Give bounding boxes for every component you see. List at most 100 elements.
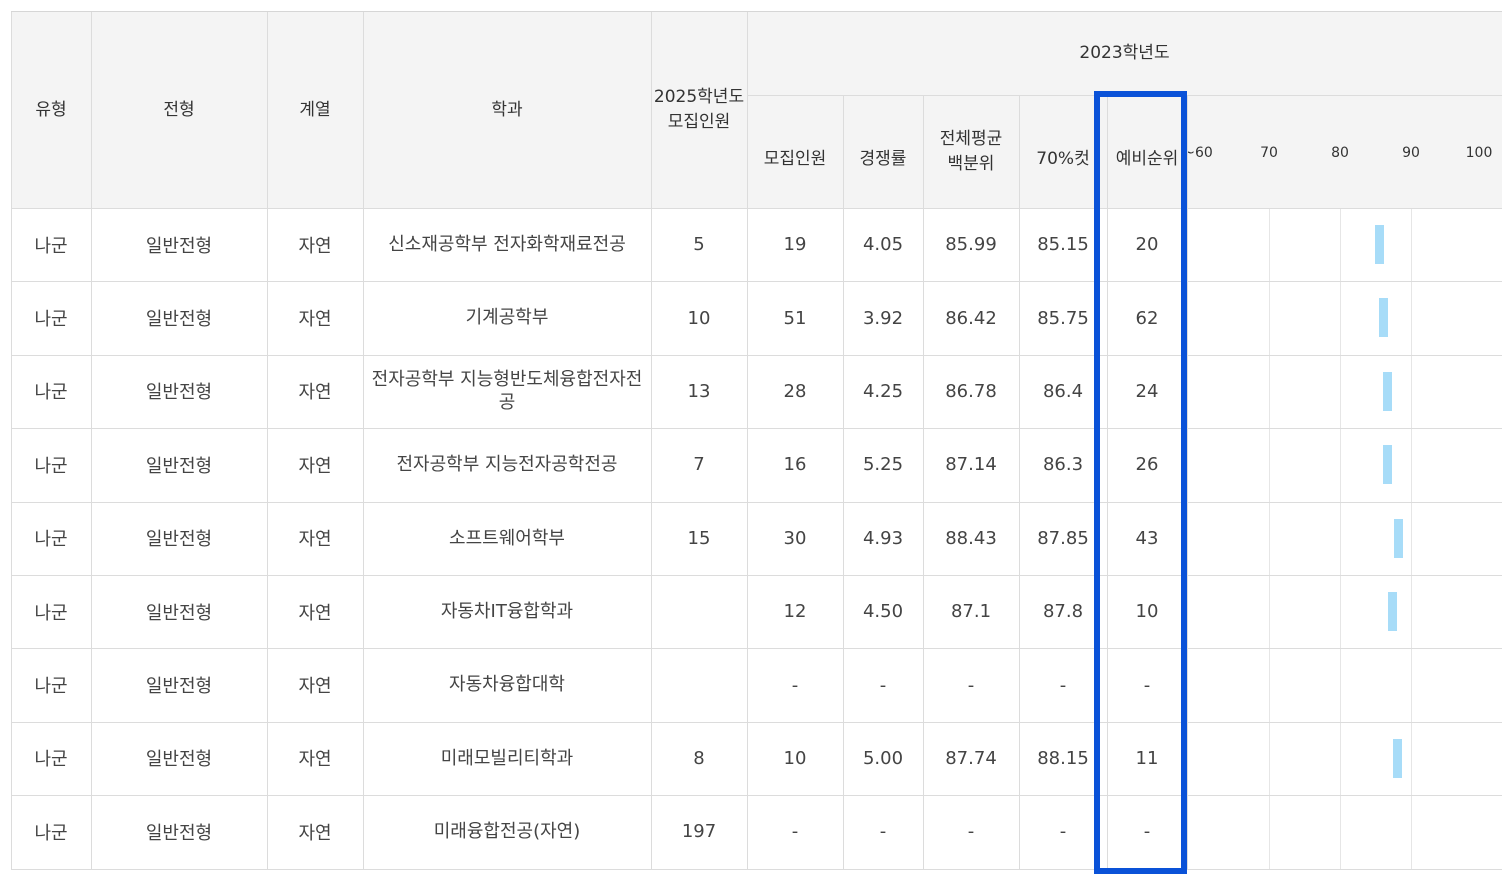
cell-dept: 전자공학부 지능형반도체융합전자전공 xyxy=(371,369,643,414)
header-avg-percentile: 전체평균 백분위 xyxy=(923,95,1019,208)
cell-avg-percentile: - xyxy=(967,674,975,696)
header-quota: 모집인원 xyxy=(747,95,843,208)
grid-hline xyxy=(11,795,1502,797)
cell-track: 자연 xyxy=(298,455,332,477)
scale-label: 80 xyxy=(1331,145,1349,161)
cell-quota2025: 197 xyxy=(681,821,717,843)
cell-type: 나군 xyxy=(34,822,68,844)
score-range-bar xyxy=(1382,445,1392,485)
grid-vline xyxy=(747,12,748,869)
grid-hline xyxy=(11,281,1502,283)
grid-vline xyxy=(923,95,924,869)
cell-dept: 전자공학부 지능전자공학전공 xyxy=(396,454,618,476)
cell-dept: 미래모빌리티학과 xyxy=(440,747,574,769)
header-quota-2025: 2025학년도 모집인원 xyxy=(651,12,747,208)
grid-vline xyxy=(11,12,12,869)
cell-quota2025: 7 xyxy=(693,454,705,476)
cell-type: 나군 xyxy=(34,382,68,404)
cell-competition: 4.50 xyxy=(862,601,904,623)
header-track: 계열 xyxy=(267,12,363,208)
header-dept: 학과 xyxy=(363,12,651,208)
grid-hline xyxy=(11,575,1502,576)
cell-quota2025 xyxy=(651,648,747,721)
grid-vline xyxy=(363,12,364,869)
cell-quota: - xyxy=(791,674,799,696)
cell-track: 자연 xyxy=(298,602,332,624)
admission-results-table: 유형 전형 계열 학과 2025학년도 모집인원 2023학년도 모집인원 경쟁… xyxy=(11,11,1502,870)
cell-competition: 4.93 xyxy=(862,527,904,549)
header-admission: 전형 xyxy=(91,12,267,208)
cell-type: 나군 xyxy=(34,309,68,331)
cell-track: 자연 xyxy=(298,676,332,698)
cell-competition: 5.25 xyxy=(862,454,904,476)
cell-admission: 일반전형 xyxy=(145,676,213,698)
cell-type: 나군 xyxy=(34,455,68,477)
grid-vline xyxy=(843,95,844,869)
cell-quota2025: 5 xyxy=(693,234,705,256)
cell-quota: 19 xyxy=(783,234,807,256)
cell-admission: 일반전형 xyxy=(145,235,213,257)
cell-quota: 30 xyxy=(783,527,807,549)
chart-guide-line xyxy=(1411,208,1412,869)
cell-competition: - xyxy=(879,674,887,696)
cell-track: 자연 xyxy=(298,382,332,404)
header-type: 유형 xyxy=(11,12,91,208)
cell-avg-percentile: 87.14 xyxy=(945,454,997,476)
cell-avg-percentile: 85.99 xyxy=(945,234,997,256)
waitlist-rank-highlight-box xyxy=(1094,91,1187,874)
header-competition: 경쟁률 xyxy=(843,95,923,208)
cell-track: 자연 xyxy=(298,529,332,551)
grid-hline xyxy=(11,648,1502,650)
cell-competition: 4.05 xyxy=(862,234,904,256)
grid-hline xyxy=(11,501,1502,503)
cell-quota2025: 13 xyxy=(687,380,711,402)
grid-hline xyxy=(11,428,1502,430)
cell-type: 나군 xyxy=(34,529,68,551)
cell-dept: 기계공학부 xyxy=(465,307,549,329)
cell-dept: 미래융합전공(자연) xyxy=(433,821,581,843)
cell-admission: 일반전형 xyxy=(145,822,213,844)
cell-admission: 일반전형 xyxy=(145,602,213,624)
cell-track: 자연 xyxy=(298,309,332,331)
cell-dept: 소프트웨어학부 xyxy=(449,527,565,549)
cell-type: 나군 xyxy=(34,235,68,257)
grid-vline xyxy=(651,12,652,869)
score-range-bar xyxy=(1392,738,1402,778)
cell-track: 자연 xyxy=(298,749,332,771)
cell-avg-percentile: - xyxy=(967,821,975,843)
cell-quota2025 xyxy=(651,575,747,648)
scale-label: 100 xyxy=(1465,145,1493,161)
cell-type: 나군 xyxy=(34,676,68,698)
cell-quota: 51 xyxy=(783,307,807,329)
cell-avg-percentile: 87.1 xyxy=(950,601,992,623)
cell-quota2025: 15 xyxy=(687,527,711,549)
cell-type: 나군 xyxy=(34,749,68,771)
chart-guide-line xyxy=(1340,208,1341,869)
chart-guide-line xyxy=(1269,208,1270,869)
grid-vline xyxy=(1019,95,1020,869)
cell-admission: 일반전형 xyxy=(145,382,213,404)
cell-admission: 일반전형 xyxy=(145,455,213,477)
score-range-bar xyxy=(1388,592,1398,631)
cell-avg-percentile: 86.78 xyxy=(945,380,997,402)
grid-vline xyxy=(91,12,92,869)
score-range-bar xyxy=(1374,225,1384,264)
cell-quota: 16 xyxy=(783,454,807,476)
score-range-bar xyxy=(1393,518,1403,558)
score-range-bar xyxy=(1378,298,1388,338)
cell-quota2025: 10 xyxy=(687,307,711,329)
cell-competition: 3.92 xyxy=(862,307,904,329)
cell-quota: 10 xyxy=(783,747,807,769)
cell-quota: 12 xyxy=(783,601,807,623)
cell-avg-percentile: 88.43 xyxy=(945,527,997,549)
cell-competition: - xyxy=(879,821,887,843)
scale-label: 90 xyxy=(1402,145,1420,161)
cell-track: 자연 xyxy=(298,822,332,844)
cell-quota: 28 xyxy=(783,380,807,402)
grid-vline xyxy=(267,12,268,869)
score-range-bar xyxy=(1383,371,1393,411)
cell-avg-percentile: 86.42 xyxy=(945,307,997,329)
grid-vline xyxy=(1187,95,1188,869)
cell-admission: 일반전형 xyxy=(145,749,213,771)
cell-avg-percentile: 87.74 xyxy=(945,747,997,769)
